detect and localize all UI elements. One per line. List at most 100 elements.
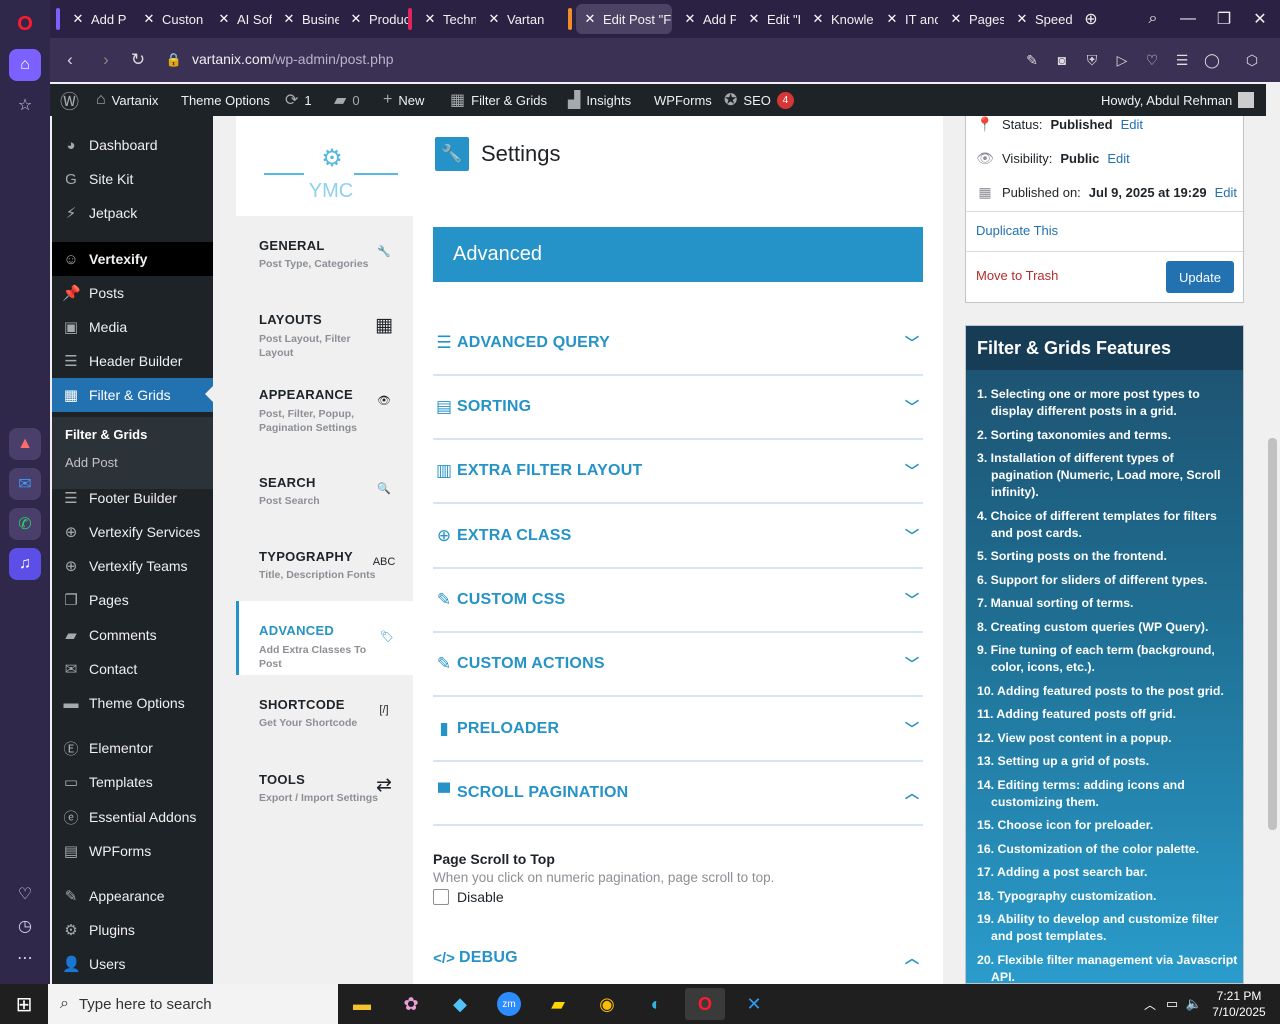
- ymc-tab-search[interactable]: SEARCH Post Search 🔍: [236, 453, 413, 527]
- ymc-tab-layouts[interactable]: LAYOUTS Post Layout, Filter Layout ▦: [236, 290, 413, 364]
- network-icon[interactable]: ▭: [1162, 988, 1182, 1020]
- submenu-filter-grids[interactable]: Filter & Grids: [65, 427, 147, 442]
- duplicate-link[interactable]: Duplicate This: [976, 223, 1058, 238]
- adminbar-theme-options[interactable]: Theme Options: [181, 84, 270, 116]
- send-icon[interactable]: ▷: [1112, 50, 1132, 70]
- accordion-extra-filter-layout[interactable]: ▥ EXTRA FILTER LAYOUT ﹀: [433, 440, 923, 504]
- sidebar-item-site-kit[interactable]: G Site Kit: [52, 162, 213, 196]
- adminbar-filter-grids[interactable]: ▦ Filter & Grids: [450, 84, 547, 116]
- volume-icon[interactable]: 🔈: [1184, 988, 1204, 1020]
- browser-tab[interactable]: ✕ Vartan: [480, 4, 548, 34]
- ymc-tab-tools[interactable]: TOOLS Export / Import Settings ⇄: [236, 750, 413, 824]
- windows-start-icon[interactable]: ⊞: [4, 988, 44, 1020]
- browser-tab[interactable]: ✕ Add Po: [676, 4, 736, 34]
- sticky-notes-icon[interactable]: ▰: [538, 988, 578, 1020]
- accordion-custom-css[interactable]: ✎ CUSTOM CSS ﹀: [433, 569, 923, 633]
- submenu-add-post[interactable]: Add Post: [65, 455, 118, 470]
- accordion-extra-class[interactable]: ⊕ EXTRA CLASS ﹀: [433, 505, 923, 569]
- browser-tab[interactable]: ✕ Busine: [275, 4, 339, 34]
- trash-link[interactable]: Move to Trash: [976, 268, 1058, 283]
- more-icon[interactable]: ⋯: [9, 942, 41, 974]
- visibility-edit-link[interactable]: Edit: [1107, 151, 1129, 166]
- sidebar-item-wpforms[interactable]: ▤ WPForms: [52, 834, 213, 868]
- sidebar-item-header-builder[interactable]: ☰ Header Builder: [52, 344, 213, 378]
- heart-icon[interactable]: ♡: [9, 878, 41, 910]
- extensions-icon[interactable]: ⬡: [1242, 50, 1262, 70]
- sidebar-item-vertexify-teams[interactable]: ⊕ Vertexify Teams: [52, 549, 213, 583]
- sidebar-item-media[interactable]: ▣ Media: [52, 310, 213, 344]
- browser-tab[interactable]: ✕ Knowle: [804, 4, 874, 34]
- whatsapp-icon[interactable]: ✆: [9, 508, 41, 540]
- sidebar-item-elementor[interactable]: Ⓔ Elementor: [52, 731, 213, 765]
- search-tabs-icon[interactable]: ⌕: [1139, 6, 1167, 32]
- disable-checkbox[interactable]: [433, 889, 449, 905]
- sidebar-item-posts[interactable]: 📌 Posts: [52, 276, 213, 310]
- adminbar-seo[interactable]: ✪ SEO 4: [724, 84, 794, 116]
- app-icon[interactable]: ◆: [440, 988, 480, 1020]
- accordion-preloader[interactable]: ▮ PRELOADER ﹀: [433, 698, 923, 762]
- file-explorer-icon[interactable]: ▬: [342, 988, 382, 1020]
- ymc-tab-typography[interactable]: TYPOGRAPHY Title, Description Fonts ABC: [236, 527, 413, 601]
- sidebar-item-users[interactable]: 👤 Users: [52, 947, 213, 981]
- status-edit-link[interactable]: Edit: [1121, 117, 1143, 132]
- messenger-icon[interactable]: ✉: [9, 468, 41, 500]
- ymc-tab-shortcode[interactable]: SHORTCODE Get Your Shortcode [/]: [236, 675, 413, 749]
- accordion-advanced-query[interactable]: ☰ ADVANCED QUERY ﹀: [433, 312, 923, 376]
- wp-logo-icon[interactable]: Ⓦ: [60, 84, 79, 116]
- browser-tab[interactable]: ✕ Speed: [1008, 4, 1072, 34]
- date-edit-link[interactable]: Edit: [1215, 185, 1237, 200]
- sidebar-item-pages[interactable]: ❐ Pages: [52, 583, 213, 617]
- heart-icon[interactable]: ♡: [1142, 50, 1162, 70]
- profile-icon[interactable]: ◯: [1202, 50, 1222, 70]
- browser-tab[interactable]: ✕ Add P: [64, 4, 132, 34]
- url-field[interactable]: vartanix.com/wp-admin/post.php: [192, 51, 394, 67]
- sidebar-item-jetpack[interactable]: ⚡ Jetpack: [52, 196, 213, 230]
- paint-icon[interactable]: ✿: [391, 988, 431, 1020]
- accordion-scroll-pagination[interactable]: ▀ SCROLL PAGINATION ︿: [433, 762, 923, 826]
- shield-icon[interactable]: ⛨: [1082, 50, 1102, 70]
- minimize-icon[interactable]: —: [1174, 6, 1202, 32]
- browser-tab[interactable]: ✕ Pages: [942, 4, 1004, 34]
- browser-tab[interactable]: ✕ IT and: [878, 4, 938, 34]
- tray-chevron-icon[interactable]: ︿: [1140, 988, 1160, 1020]
- adminbar-insights[interactable]: ▟ Insights: [568, 84, 631, 116]
- sidebar-item-filter-grids[interactable]: ▦ Filter & Grids: [52, 378, 213, 412]
- update-button[interactable]: Update: [1166, 261, 1234, 293]
- vscode-icon[interactable]: ✕: [734, 988, 774, 1020]
- maximize-icon[interactable]: ❐: [1210, 6, 1238, 32]
- sidebar-item-dashboard[interactable]: ◕ Dashboard: [52, 128, 213, 162]
- aria-icon[interactable]: ▲: [9, 428, 41, 460]
- zoom-icon[interactable]: zm: [489, 988, 529, 1020]
- ymc-tab-general[interactable]: GENERAL Post Type, Categories 🔧: [236, 216, 413, 290]
- sidebar-item-essential-addons[interactable]: ⓔ Essential Addons: [52, 800, 213, 834]
- browser-tab[interactable]: ✕ Custon: [135, 4, 207, 34]
- edge-icon[interactable]: ◐: [636, 988, 676, 1020]
- adminbar-account[interactable]: Howdy, Abdul Rehman: [1101, 84, 1255, 116]
- sidebar-item-vertexify-services[interactable]: ⊕ Vertexify Services: [52, 515, 213, 549]
- sidebar-item-templates[interactable]: ▭ Templates: [52, 765, 213, 799]
- forward-icon[interactable]: ›: [94, 48, 118, 72]
- chrome-icon[interactable]: ◉: [587, 988, 627, 1020]
- adminbar-site[interactable]: ⌂ Vartanix: [96, 84, 158, 116]
- accordion-debug[interactable]: </> DEBUG ︿: [433, 926, 923, 990]
- browser-tab[interactable]: ✕ Edit Post "Fil: [576, 4, 672, 34]
- scrollbar-thumb[interactable]: [1268, 438, 1277, 830]
- close-window-icon[interactable]: ✕: [1246, 6, 1274, 32]
- sidebar-item-comments[interactable]: ▰ Comments: [52, 618, 213, 652]
- opera-logo-icon[interactable]: O: [9, 8, 41, 40]
- ymc-tab-advanced[interactable]: ADVANCED Add Extra Classes To Post 🏷: [236, 601, 413, 675]
- sidebar-item-plugins[interactable]: ⚙ Plugins: [52, 913, 213, 947]
- menu-icon[interactable]: ☰: [1172, 50, 1192, 70]
- new-tab-icon[interactable]: ⊕: [1077, 6, 1105, 32]
- reload-icon[interactable]: ↻: [126, 48, 150, 72]
- adminbar-updates[interactable]: ⟳ 1: [285, 84, 312, 116]
- back-icon[interactable]: ‹: [58, 48, 82, 72]
- edit-url-icon[interactable]: ✎: [1022, 50, 1042, 70]
- sidebar-item-vertexify[interactable]: ☺ Vertexify: [52, 242, 213, 276]
- ymc-tab-appearance[interactable]: APPEARANCE Post, Filter, Popup, Paginatio…: [236, 365, 413, 439]
- browser-tab[interactable]: ✕ Techno: [416, 4, 476, 34]
- accordion-custom-actions[interactable]: ✎ CUSTOM ACTIONS ﹀: [433, 633, 923, 697]
- clock[interactable]: 7:21 PM 7/10/2025: [1210, 988, 1268, 1020]
- sidebar-item-contact[interactable]: ✉ Contact: [52, 652, 213, 686]
- home-icon[interactable]: ⌂: [9, 49, 41, 81]
